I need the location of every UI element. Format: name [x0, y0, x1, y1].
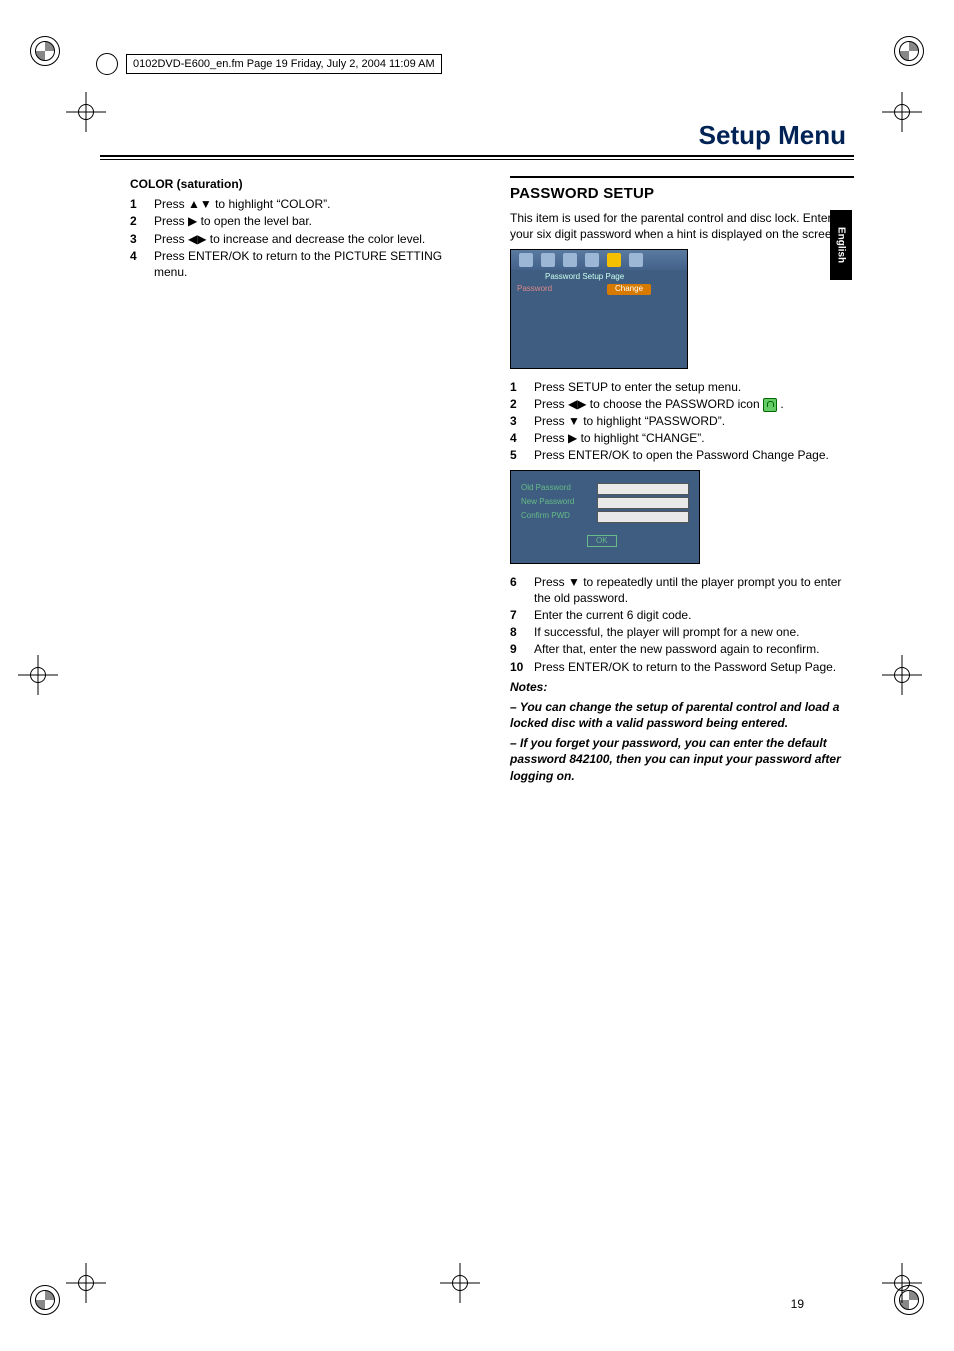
step-text: Press ▶ to open the level bar.: [154, 213, 474, 229]
input-field-icon: [597, 511, 689, 523]
crosshair-icon: [18, 655, 58, 695]
step-text: Press SETUP to enter the setup menu.: [534, 379, 854, 395]
step-text: After that, enter the new password again…: [534, 641, 854, 657]
color-steps: 1Press ▲▼ to highlight “COLOR”. 2Press ▶…: [130, 196, 474, 280]
menu-icon: [541, 253, 555, 267]
runline-text: 0102DVD-E600_en.fm Page 19 Friday, July …: [126, 54, 442, 74]
header-runline: 0102DVD-E600_en.fm Page 19 Friday, July …: [96, 53, 914, 75]
password-intro: This item is used for the parental contr…: [510, 210, 854, 242]
step-text: Press ▲▼ to highlight “COLOR”.: [154, 196, 474, 212]
screenshot-value: Change: [607, 284, 651, 295]
input-field-icon: [597, 497, 689, 509]
lock-icon: [763, 398, 777, 412]
screenshot-label: Password: [511, 284, 587, 295]
password-steps-a: 1Press SETUP to enter the setup menu. 2P…: [510, 379, 854, 464]
step-text: Enter the current 6 digit code.: [534, 607, 854, 623]
menu-icon: [585, 253, 599, 267]
menu-icon: [563, 253, 577, 267]
right-column: PASSWORD SETUP This item is used for the…: [510, 176, 854, 784]
step-text: Press ▼ to highlight “PASSWORD”.: [534, 413, 854, 429]
screenshot-password-setup: Password Setup Page Password Change: [510, 249, 688, 369]
menu-icon: [629, 253, 643, 267]
print-mark-icon: [30, 1285, 60, 1315]
password-heading: PASSWORD SETUP: [510, 184, 854, 204]
step-text: Press ENTER/OK to return to the Password…: [534, 659, 854, 675]
new-password-label: New Password: [521, 497, 591, 508]
page-number: 19: [791, 1297, 804, 1311]
step-text: Press ENTER/OK to open the Password Chan…: [534, 447, 854, 463]
print-mark-icon: [30, 36, 60, 66]
password-steps-b: 6Press ▼ to repeatedly until the player …: [510, 574, 854, 675]
step-text: Press ◀▶ to increase and decrease the co…: [154, 231, 474, 247]
crosshair-icon: [882, 1263, 922, 1303]
step-text: Press ◀▶ to choose the PASSWORD icon .: [534, 396, 854, 412]
crosshair-icon: [882, 655, 922, 695]
notes-heading: Notes:: [510, 679, 854, 695]
color-heading: COLOR (saturation): [130, 176, 474, 192]
input-field-icon: [597, 483, 689, 495]
crosshair-icon: [882, 92, 922, 132]
page: 0102DVD-E600_en.fm Page 19 Friday, July …: [0, 0, 954, 1351]
content-area: Setup Menu COLOR (saturation) 1Press ▲▼ …: [100, 120, 854, 784]
menu-icon: [519, 253, 533, 267]
screenshot-title: Password Setup Page: [511, 270, 687, 285]
step-text: Press ENTER/OK to return to the PICTURE …: [154, 248, 474, 280]
binder-hole-icon: [96, 53, 118, 75]
confirm-password-label: Confirm PWD: [521, 511, 591, 522]
ok-button-graphic: OK: [587, 535, 617, 548]
step-text: Press ▶ to highlight “CHANGE”.: [534, 430, 854, 446]
step-text: If successful, the player will prompt fo…: [534, 624, 854, 640]
note-text: – You can change the setup of parental c…: [510, 699, 854, 731]
left-column: COLOR (saturation) 1Press ▲▼ to highligh…: [100, 176, 474, 784]
screenshot-password-change: Old Password New Password Confirm PWD OK: [510, 470, 700, 564]
step-text: Press ▼ to repeatedly until the player p…: [534, 574, 854, 606]
lock-icon: [607, 253, 621, 267]
note-text: – If you forget your password, you can e…: [510, 735, 854, 784]
page-title: Setup Menu: [699, 120, 846, 150]
old-password-label: Old Password: [521, 483, 591, 494]
crosshair-icon: [66, 1263, 106, 1303]
crosshair-icon: [440, 1263, 480, 1303]
